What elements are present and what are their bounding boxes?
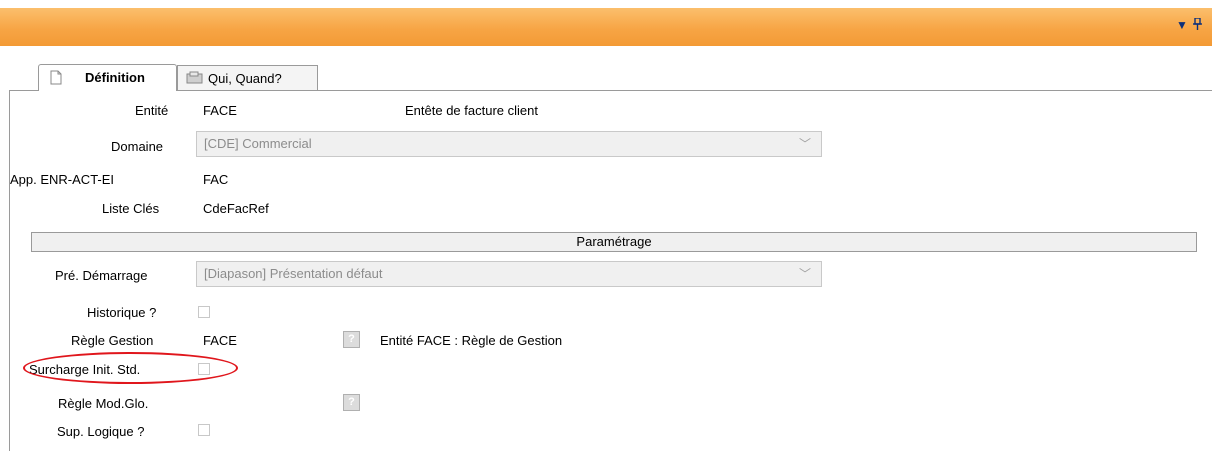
regle-gestion-description: Entité FACE : Règle de Gestion	[380, 333, 563, 348]
regle-mod-help-button[interactable]: ?	[343, 394, 360, 411]
sup-logique-label: Sup. Logique ?	[57, 424, 145, 439]
regle-gestion-label: Règle Gestion	[71, 333, 154, 348]
liste-cles-value: CdeFacRef	[203, 201, 269, 216]
regle-gestion-value: FACE	[203, 333, 237, 348]
entite-label: Entité	[135, 103, 169, 118]
pin-icon[interactable]	[1193, 17, 1202, 33]
tab-label: Qui, Quand?	[208, 71, 282, 86]
app-label: App. ENR-ACT-EI	[10, 172, 115, 187]
domaine-label: Domaine	[111, 139, 164, 154]
pre-demarrage-value: [Diapason] Présentation défaut	[204, 266, 383, 281]
tab-definition[interactable]: Définition	[38, 64, 177, 91]
pre-demarrage-label: Pré. Démarrage	[55, 268, 148, 283]
dropdown-arrow-icon[interactable]: ▼	[1176, 18, 1188, 32]
section-header-parametrage: Paramétrage	[31, 232, 1197, 252]
pre-demarrage-select[interactable]: [Diapason] Présentation défaut ﹀	[196, 261, 822, 287]
domaine-select[interactable]: [CDE] Commercial ﹀	[196, 131, 822, 157]
highlight-ellipse	[23, 352, 238, 384]
tab-label: Définition	[85, 70, 145, 85]
app-value: FAC	[203, 172, 229, 187]
document-icon	[49, 70, 63, 85]
historique-label: Historique ?	[87, 305, 157, 320]
chevron-down-icon: ﹀	[798, 267, 811, 281]
liste-cles-label: Liste Clés	[102, 201, 160, 216]
panel-title-bar: ▼	[0, 8, 1212, 46]
regle-gestion-help-button[interactable]: ?	[343, 331, 360, 348]
regle-mod-label: Règle Mod.Glo.	[58, 396, 149, 411]
tab-qui-quand[interactable]: Qui, Quand?	[177, 65, 318, 90]
chevron-down-icon: ﹀	[798, 137, 811, 151]
entite-value: FACE	[203, 103, 237, 118]
sup-logique-checkbox[interactable]	[198, 424, 210, 436]
entite-description: Entête de facture client	[405, 103, 538, 118]
historique-checkbox[interactable]	[198, 306, 210, 318]
users-icon	[186, 71, 204, 86]
domaine-value: [CDE] Commercial	[204, 136, 312, 151]
